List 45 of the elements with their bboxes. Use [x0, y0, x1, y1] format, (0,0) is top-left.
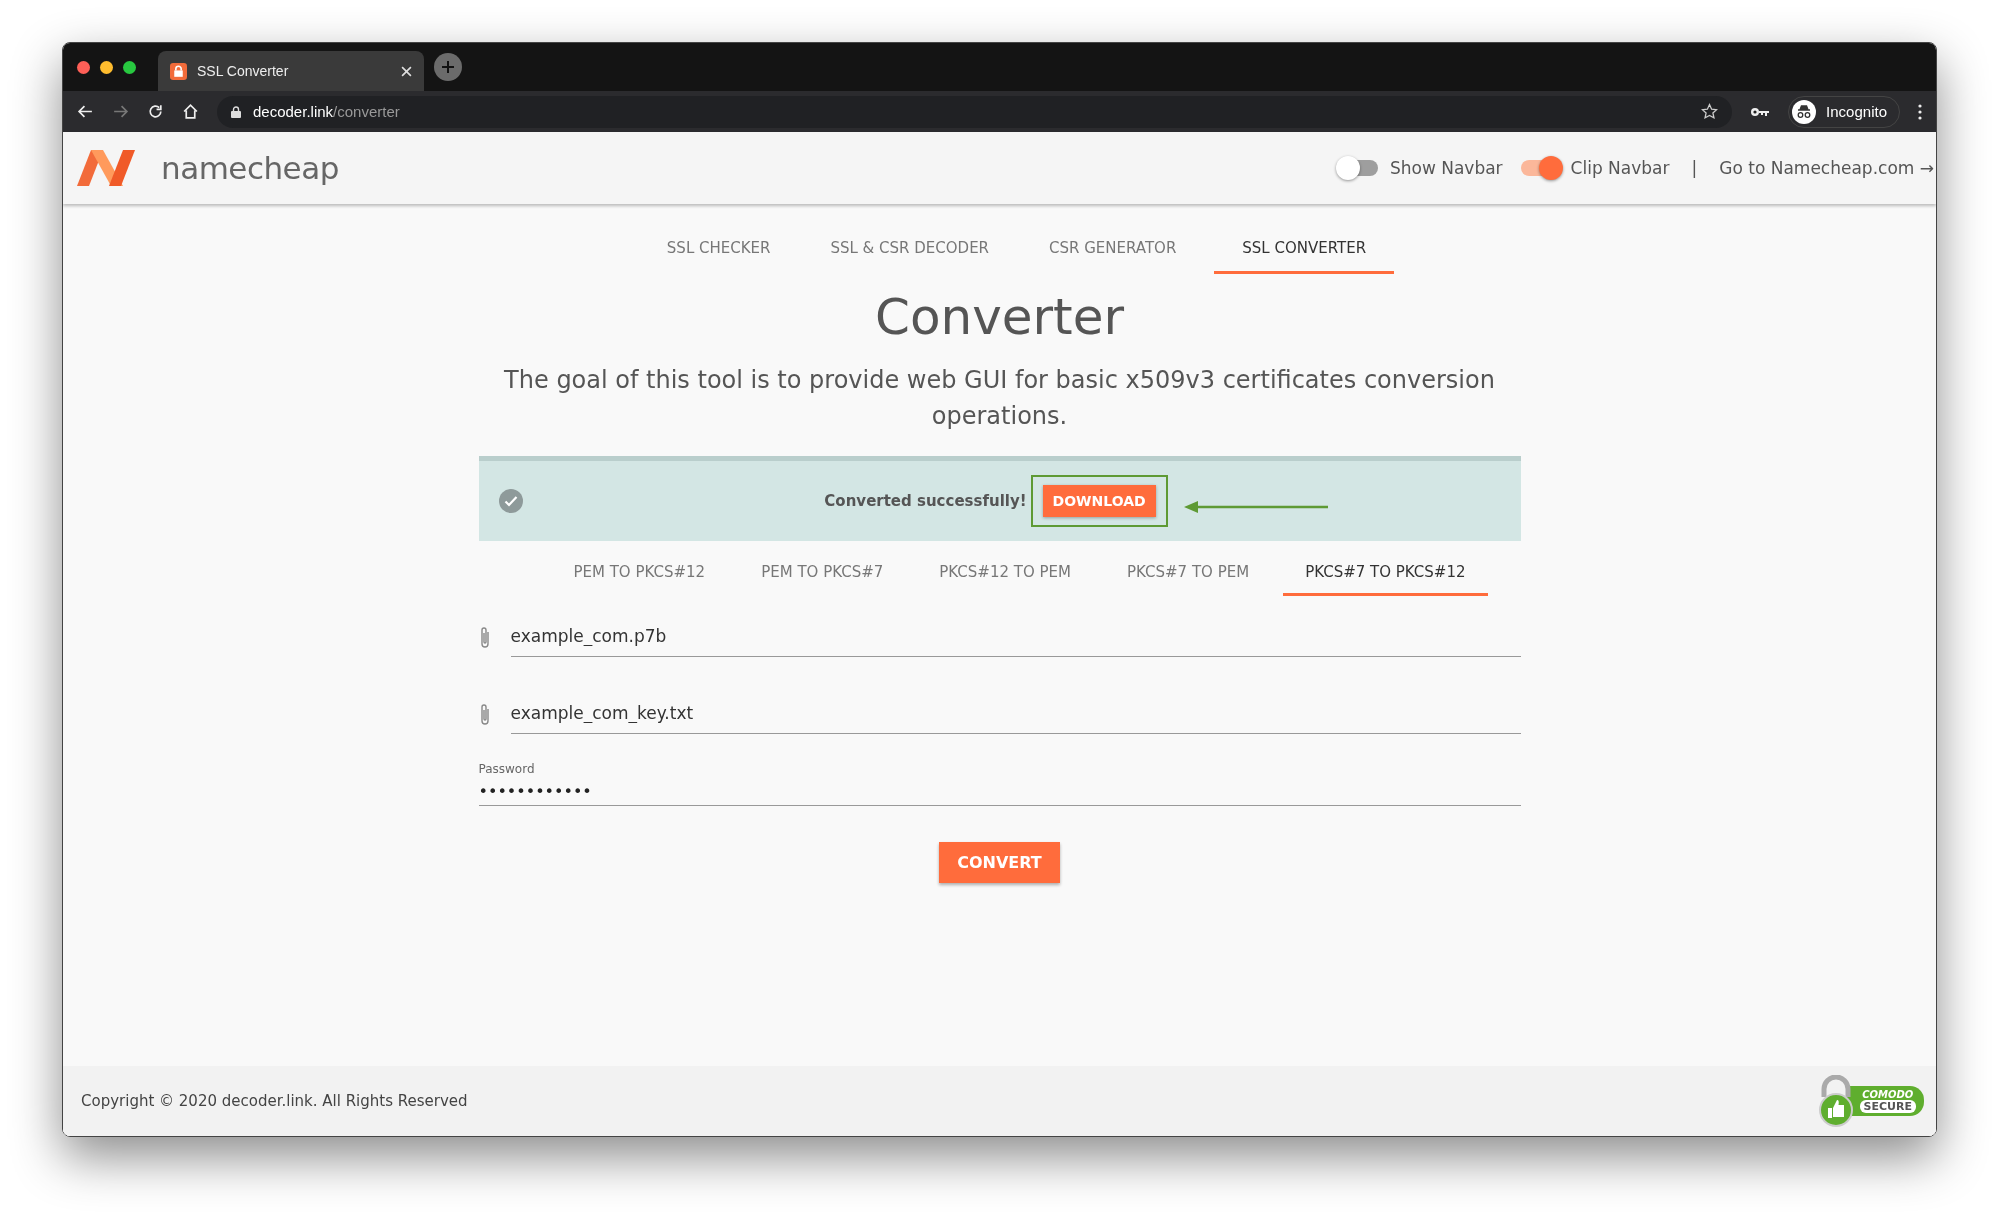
nav-tab[interactable]: SSL CHECKER	[644, 231, 793, 274]
url-text: decoder.link/converter	[253, 103, 401, 120]
file-field[interactable]: example_com_key.txt	[510, 695, 1521, 734]
toggle-label: Show Navbar	[1389, 158, 1503, 178]
back-icon[interactable]	[77, 103, 94, 120]
nav-tab[interactable]: SSL & CSR DECODER	[808, 231, 1012, 274]
new-tab-button[interactable]	[434, 53, 462, 81]
address-bar[interactable]: decoder.link/converter	[217, 95, 1733, 128]
maximize-window-button[interactable]	[123, 60, 136, 74]
incognito-icon	[1792, 99, 1817, 124]
file-field[interactable]: example_com.p7b	[510, 618, 1521, 657]
logo-text: namecheap	[161, 150, 339, 186]
namecheap-link[interactable]: Go to Namecheap.com →	[1719, 158, 1934, 178]
lock-icon	[231, 105, 241, 118]
converter-tab[interactable]: PEM TO PKCS#7	[739, 555, 906, 596]
browser-tab[interactable]: SSL Converter	[158, 51, 424, 91]
forward-icon[interactable]	[112, 103, 129, 120]
page-heading: Converter	[874, 288, 1125, 346]
nav-tab[interactable]: SSL CONVERTER	[1214, 231, 1395, 274]
reload-icon[interactable]	[147, 103, 164, 120]
description-text: The goal of this tool is to provide web GUI for basic x509v3 certificates conversion operations.	[503, 365, 1496, 432]
close-window-button[interactable]	[77, 60, 90, 74]
paperclip-icon[interactable]	[478, 625, 491, 650]
converter-tab[interactable]: PEM TO PKCS#12	[551, 555, 728, 596]
converter-tab[interactable]: PKCS#7 TO PEM	[1105, 555, 1272, 596]
nav-tab[interactable]: CSR GENERATOR	[1027, 231, 1199, 274]
star-icon[interactable]	[1701, 103, 1719, 120]
check-icon	[498, 489, 523, 513]
key-icon[interactable]	[1750, 106, 1771, 117]
toggle-label: Clip Navbar	[1570, 158, 1670, 178]
converter-tab[interactable]: PKCS#7 TO PKCS#12	[1283, 555, 1488, 596]
paperclip-icon[interactable]	[478, 702, 491, 727]
password-field[interactable]: ••••••••••••	[478, 776, 1521, 805]
lock-icon	[170, 62, 187, 80]
secure-badge: COMODO SECURE	[1813, 1075, 1924, 1127]
separator: |	[1691, 158, 1698, 178]
close-icon[interactable]	[401, 65, 412, 77]
more-icon[interactable]	[1918, 103, 1922, 120]
alert-message: Converted successfully!	[824, 492, 1027, 510]
copyright-text: Copyright © 2020 decoder.link. All Rights Reserved	[81, 1092, 468, 1110]
password-label: Password	[478, 762, 536, 776]
home-icon[interactable]	[182, 103, 199, 120]
minimize-window-button[interactable]	[100, 60, 113, 74]
converter-tab[interactable]: PKCS#12 TO PEM	[917, 555, 1093, 596]
tab-title: SSL Converter	[197, 63, 290, 79]
